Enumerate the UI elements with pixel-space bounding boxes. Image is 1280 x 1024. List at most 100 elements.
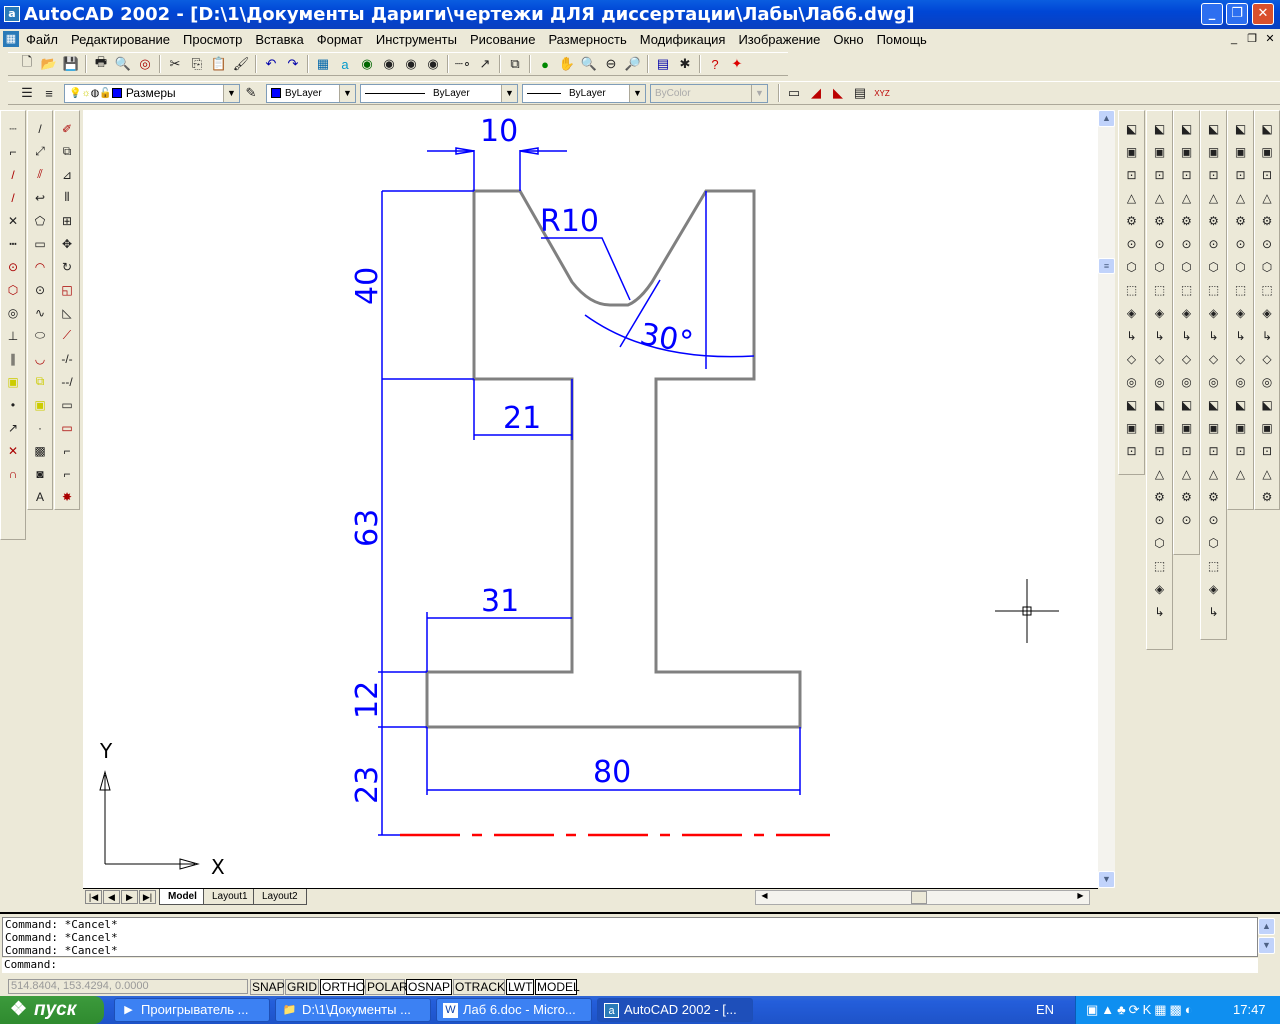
solids-tool-5-icon[interactable]: ⚙ [1230,209,1252,232]
vertical-scrollbar[interactable]: ▲ ≡ ▼ [1098,110,1115,888]
solids-editing-tool-5-icon[interactable]: ⚙ [1149,209,1171,232]
dimension-tool-13-icon[interactable]: ⬕ [1256,393,1278,416]
task-autocad[interactable]: a AutoCAD 2002 - [... [597,998,753,1022]
task-word[interactable]: W Лаб 6.doc - Micro... [436,998,592,1022]
solids-tool-15-icon[interactable]: ⊡ [1230,439,1252,462]
solids-tool-4-icon[interactable]: △ [1230,186,1252,209]
first-tab-button[interactable]: |◀ [85,890,102,904]
surfaces-tool-13-icon[interactable]: ⬕ [1176,393,1198,416]
dimension-tool-15-icon[interactable]: ⊡ [1256,439,1278,462]
solids-editing-tool-18-icon[interactable]: ⊙ [1149,508,1171,531]
surfaces-tool-12-icon[interactable]: ◎ [1176,370,1198,393]
solids-editing-tool-3-icon[interactable]: ⊡ [1149,163,1171,186]
dimension-tool-6-icon[interactable]: ⊙ [1256,232,1278,255]
solids-tool-7-icon[interactable]: ⬡ [1230,255,1252,278]
ucs-tool-9-icon[interactable]: ◈ [1121,301,1143,324]
surfaces-tool-17-icon[interactable]: ⚙ [1176,485,1198,508]
status-toggle-snap[interactable]: SNAP [250,979,285,995]
surfaces-tool-4-icon[interactable]: △ [1176,186,1198,209]
solids-tool-11-icon[interactable]: ◇ [1230,347,1252,370]
solids-editing-tool-2-icon[interactable]: ▣ [1149,140,1171,163]
task-explorer[interactable]: 📁 D:\1\Документы ... [275,998,431,1022]
status-toggle-ortho[interactable]: ORTHO [320,979,365,995]
prev-tab-button[interactable]: ◀ [103,890,120,904]
solids-tool-2-icon[interactable]: ▣ [1230,140,1252,163]
render-tool-19-icon[interactable]: ⬡ [1203,531,1225,554]
scroll-left-button[interactable]: ◀ [756,891,773,904]
status-toggle-otrack[interactable]: OTRACK [453,979,505,995]
scroll-down-button[interactable]: ▼ [1098,871,1115,888]
ucs-tool-8-icon[interactable]: ⬚ [1121,278,1143,301]
solids-tool-8-icon[interactable]: ⬚ [1230,278,1252,301]
status-toggle-osnap[interactable]: OSNAP [406,979,452,995]
status-toggle-grid[interactable]: GRID [285,979,319,995]
solids-editing-tool-20-icon[interactable]: ⬚ [1149,554,1171,577]
surfaces-tool-5-icon[interactable]: ⚙ [1176,209,1198,232]
ucs-tool-6-icon[interactable]: ⊙ [1121,232,1143,255]
render-tool-9-icon[interactable]: ◈ [1203,301,1225,324]
dimension-tool-12-icon[interactable]: ◎ [1256,370,1278,393]
render-tool-7-icon[interactable]: ⬡ [1203,255,1225,278]
render-tool-17-icon[interactable]: ⚙ [1203,485,1225,508]
solids-editing-tool-10-icon[interactable]: ↳ [1149,324,1171,347]
surfaces-tool-10-icon[interactable]: ↳ [1176,324,1198,347]
surfaces-tool-14-icon[interactable]: ▣ [1176,416,1198,439]
render-tool-22-icon[interactable]: ↳ [1203,600,1225,623]
render-tool-3-icon[interactable]: ⊡ [1203,163,1225,186]
render-tool-20-icon[interactable]: ⬚ [1203,554,1225,577]
dimension-tool-3-icon[interactable]: ⊡ [1256,163,1278,186]
solids-editing-tool-12-icon[interactable]: ◎ [1149,370,1171,393]
dimension-tool-2-icon[interactable]: ▣ [1256,140,1278,163]
ucs-tool-12-icon[interactable]: ◎ [1121,370,1143,393]
next-tab-button[interactable]: ▶ [121,890,138,904]
solids-tool-1-icon[interactable]: ⬕ [1230,117,1252,140]
solids-tool-16-icon[interactable]: △ [1230,462,1252,485]
surfaces-tool-18-icon[interactable]: ⊙ [1176,508,1198,531]
ucs-tool-10-icon[interactable]: ↳ [1121,324,1143,347]
render-tool-15-icon[interactable]: ⊡ [1203,439,1225,462]
scroll-thumb[interactable] [911,891,927,904]
solids-tool-10-icon[interactable]: ↳ [1230,324,1252,347]
horizontal-scrollbar[interactable]: ◀ ▶ [755,890,1090,905]
ucs-tool-1-icon[interactable]: ⬕ [1121,117,1143,140]
solids-editing-tool-9-icon[interactable]: ◈ [1149,301,1171,324]
render-tool-21-icon[interactable]: ◈ [1203,577,1225,600]
solids-tool-6-icon[interactable]: ⊙ [1230,232,1252,255]
tab-layout1[interactable]: Layout1 [203,889,257,905]
status-toggle-polar[interactable]: POLAR [365,979,408,995]
solids-tool-3-icon[interactable]: ⊡ [1230,163,1252,186]
solids-editing-tool-6-icon[interactable]: ⊙ [1149,232,1171,255]
ucs-tool-4-icon[interactable]: △ [1121,186,1143,209]
render-tool-11-icon[interactable]: ◇ [1203,347,1225,370]
render-tool-16-icon[interactable]: △ [1203,462,1225,485]
dimension-tool-4-icon[interactable]: △ [1256,186,1278,209]
solids-editing-tool-4-icon[interactable]: △ [1149,186,1171,209]
render-tool-13-icon[interactable]: ⬕ [1203,393,1225,416]
surfaces-tool-7-icon[interactable]: ⬡ [1176,255,1198,278]
surfaces-tool-3-icon[interactable]: ⊡ [1176,163,1198,186]
dimension-tool-8-icon[interactable]: ⬚ [1256,278,1278,301]
solids-tool-9-icon[interactable]: ◈ [1230,301,1252,324]
last-tab-button[interactable]: ▶| [139,890,156,904]
ucs-tool-15-icon[interactable]: ⊡ [1121,439,1143,462]
cmd-scroll-up-button[interactable]: ▲ [1258,918,1275,935]
solids-editing-tool-17-icon[interactable]: ⚙ [1149,485,1171,508]
scroll-thumb[interactable]: ≡ [1098,258,1115,274]
status-toggle-model[interactable]: MODEL [535,979,580,995]
solids-editing-tool-7-icon[interactable]: ⬡ [1149,255,1171,278]
ucs-tool-2-icon[interactable]: ▣ [1121,140,1143,163]
dimension-tool-16-icon[interactable]: △ [1256,462,1278,485]
render-tool-4-icon[interactable]: △ [1203,186,1225,209]
solids-editing-tool-15-icon[interactable]: ⊡ [1149,439,1171,462]
solids-editing-tool-21-icon[interactable]: ◈ [1149,577,1171,600]
dimension-tool-1-icon[interactable]: ⬕ [1256,117,1278,140]
solids-editing-tool-8-icon[interactable]: ⬚ [1149,278,1171,301]
ucs-tool-5-icon[interactable]: ⚙ [1121,209,1143,232]
dimension-tool-14-icon[interactable]: ▣ [1256,416,1278,439]
command-input[interactable]: Command: [2,958,1258,973]
solids-editing-tool-13-icon[interactable]: ⬕ [1149,393,1171,416]
dimension-tool-9-icon[interactable]: ◈ [1256,301,1278,324]
solids-editing-tool-19-icon[interactable]: ⬡ [1149,531,1171,554]
scroll-up-button[interactable]: ▲ [1098,110,1115,127]
solids-editing-tool-16-icon[interactable]: △ [1149,462,1171,485]
